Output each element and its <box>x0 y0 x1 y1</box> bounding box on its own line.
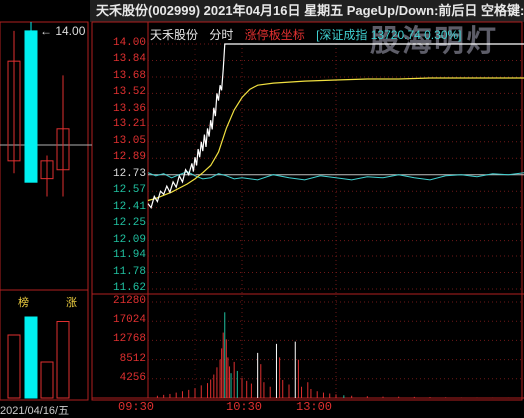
time-tick-label: 09:30 <box>118 400 155 414</box>
time-tick-label: 10:30 <box>226 400 263 414</box>
badge-left: 榜 <box>18 297 29 309</box>
volume-tick-label: 21280 <box>112 295 146 307</box>
price-tick-label: 11.78 <box>112 265 146 278</box>
price-tick-label: 12.25 <box>112 217 146 230</box>
mode-label[interactable]: 分时 <box>209 28 233 42</box>
main-chart-frame <box>91 21 523 401</box>
price-tick-label: 11.62 <box>112 282 146 294</box>
index-line <box>147 171 524 181</box>
price-tick-label: 13.05 <box>112 134 146 147</box>
kline-volume-bar <box>56 321 70 399</box>
price-tick-label: 13.68 <box>112 69 146 82</box>
kline-candle <box>40 160 54 180</box>
price-tick-label: 12.89 <box>112 151 146 164</box>
price-tick-label: 13.52 <box>112 86 146 99</box>
price-line <box>147 43 524 210</box>
intraday-chart <box>0 21 524 401</box>
kline-frame <box>0 21 89 401</box>
kline-candle <box>7 60 21 162</box>
kline-volume-bar <box>40 361 54 399</box>
price-tick-label: 14.00 <box>112 37 146 49</box>
price-tick-label: 13.21 <box>112 118 146 131</box>
price-tick-label: 11.94 <box>112 249 146 262</box>
price-tick-label: 12.41 <box>112 200 146 213</box>
badge-right: 涨 <box>66 297 77 309</box>
volume-tick-label: 12768 <box>112 333 146 346</box>
kline-volume-bar <box>7 334 21 399</box>
time-tick-label: 13:00 <box>296 400 333 414</box>
chart-info-row: 天禾股份 分时 涨停板坐标 [深证成指 13720.74 0.30%] <box>150 26 470 43</box>
average-price-line <box>147 77 524 202</box>
volume-tick-label: 4256 <box>119 371 146 384</box>
kline-candle <box>56 128 70 171</box>
index-label: [深证成指 13720.74 0.30%] <box>316 28 462 42</box>
kline-price-marker: ← 14.00 <box>40 24 86 38</box>
volume-tick-label: 8512 <box>119 352 146 365</box>
stock-name: 天禾股份 <box>150 28 199 42</box>
kline-candle <box>24 30 38 183</box>
price-tick-label: 13.36 <box>112 102 146 115</box>
price-tick-label: 12.09 <box>112 233 146 246</box>
price-tick-label: 12.73 <box>112 167 146 180</box>
kline-volume-bar <box>24 316 38 399</box>
limit-axis-label[interactable]: 涨停板坐标 <box>245 28 305 42</box>
stock-terminal: 天禾股份(002999) 2021年04月16日 星期五 PageUp/Down… <box>0 0 524 417</box>
kline-date-label: 2021/04/16/五 <box>0 405 70 417</box>
price-tick-label: 12.57 <box>112 184 146 197</box>
volume-tick-label: 17024 <box>112 314 146 327</box>
price-tick-label: 13.84 <box>112 53 146 66</box>
